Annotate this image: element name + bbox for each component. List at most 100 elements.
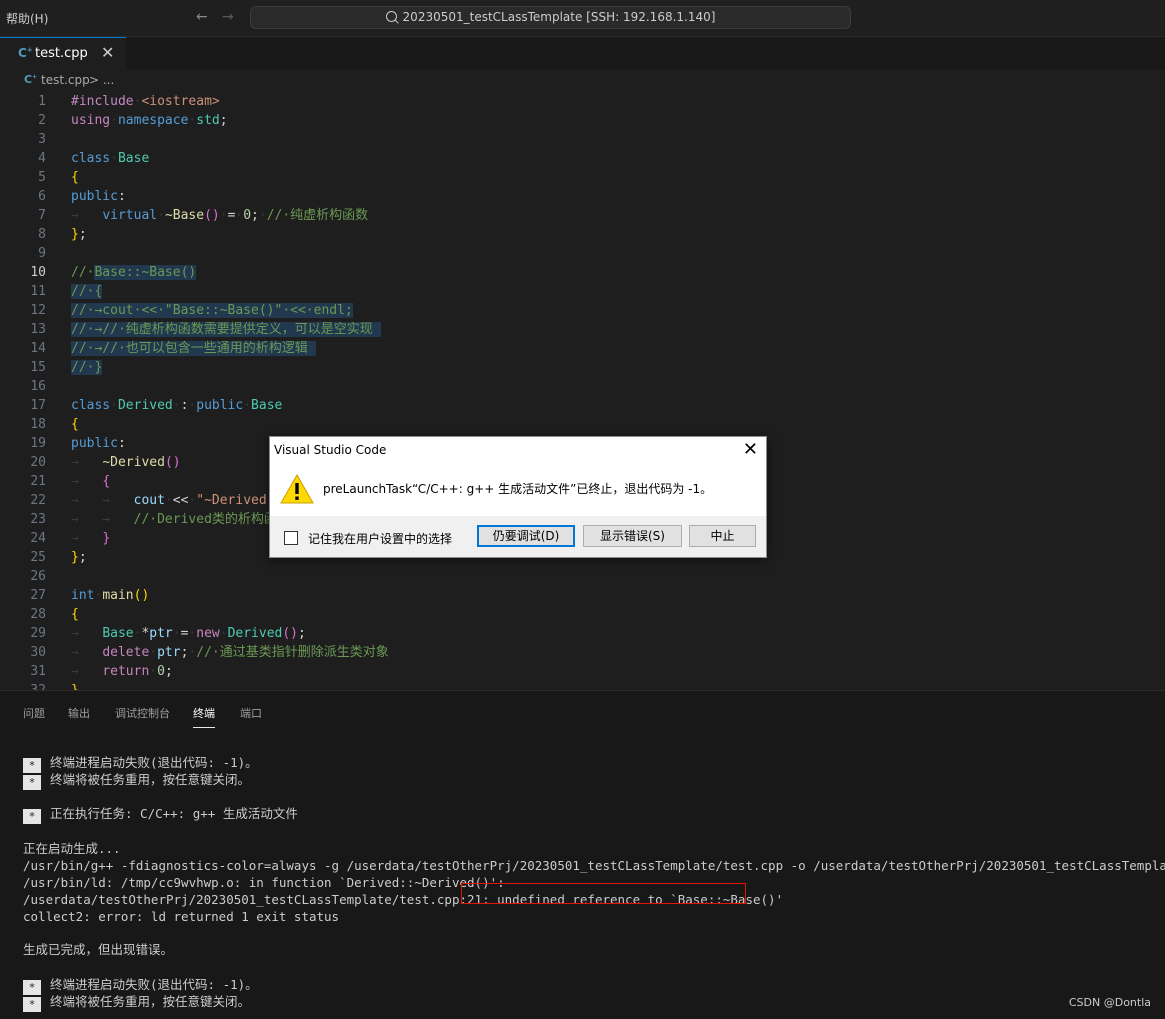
line-number: 14 xyxy=(30,341,46,356)
show-errors-button[interactable]: 显示错误(S) xyxy=(583,525,682,547)
terminal-line: /usr/bin/ld: /tmp/cc9wvhwp.o: in functio… xyxy=(23,875,505,890)
close-icon[interactable]: ✕ xyxy=(743,439,758,460)
back-arrow-icon[interactable]: ← xyxy=(196,9,208,25)
menu-help[interactable]: 帮助(H) xyxy=(6,10,48,27)
watermark: CSDN @Dontla xyxy=(1068,996,1151,1009)
code-line: //·→//·纯虚析构函数需要提供定义，可以是空实现 xyxy=(71,322,381,337)
debug-anyway-button[interactable]: 仍要调试(D) xyxy=(477,525,575,547)
remember-checkbox-label[interactable]: 记住我在用户设置中的选择 xyxy=(308,530,452,547)
code-line: int·main() xyxy=(71,588,150,603)
search-icon xyxy=(385,11,397,22)
breadcrumb: C+ test.cpp > ... xyxy=(0,70,1165,92)
cpp-file-icon: C+ xyxy=(18,46,33,60)
code-line: #include·<iostream> xyxy=(71,94,220,109)
line-number: 6 xyxy=(38,189,46,204)
code-line: → ~Derived() xyxy=(71,455,181,470)
tab-test-cpp[interactable]: C+ test.cpp ✕ xyxy=(0,37,126,70)
code-line: { xyxy=(71,607,79,622)
code-line: //·} xyxy=(71,360,103,375)
terminal-line: 生成已完成，但出现错误。 xyxy=(23,942,174,957)
code-line: → Base·*ptr·=·new·Derived(); xyxy=(71,626,306,641)
line-number: 18 xyxy=(30,417,46,432)
line-number: 24 xyxy=(30,531,46,546)
line-number: 22 xyxy=(30,493,46,508)
code-line: }; xyxy=(71,227,87,242)
task-marker: * xyxy=(23,809,41,824)
line-number: 15 xyxy=(30,360,46,375)
line-number: 9 xyxy=(38,246,46,261)
code-line: → { xyxy=(71,474,111,489)
line-number: 8 xyxy=(38,227,46,242)
line-number: 19 xyxy=(30,436,46,451)
remember-checkbox[interactable] xyxy=(284,531,298,545)
code-line: class·Derived·:·public·Base xyxy=(71,398,283,413)
code-line: using·namespace·std; xyxy=(71,113,228,128)
code-line: //·→//·也可以包含一些通用的析构逻辑 xyxy=(71,341,316,356)
line-number: 3 xyxy=(38,132,46,147)
abort-button[interactable]: 中止 xyxy=(689,525,756,547)
code-line: → virtual·~Base()·=·0;·//·纯虚析构函数 xyxy=(71,208,369,223)
line-number: 1 xyxy=(38,94,46,109)
code-line: public: xyxy=(71,189,126,204)
line-number: 13 xyxy=(30,322,46,337)
line-number: 30 xyxy=(30,645,46,660)
line-number: 20 xyxy=(30,455,46,470)
terminal-line: collect2: error: ld returned 1 exit stat… xyxy=(23,909,340,924)
command-center-label: 20230501_testCLassTemplate [SSH: 192.168… xyxy=(402,10,716,24)
terminal-line: * 终端将被任务重用，按任意键关闭。 xyxy=(23,993,250,1012)
line-number: 29 xyxy=(30,626,46,641)
code-line: { xyxy=(71,417,79,432)
code-line: //·{ xyxy=(71,284,103,299)
editor-tab-bar: C+ test.cpp ✕ xyxy=(0,37,1165,70)
task-marker: * xyxy=(23,997,41,1012)
line-number: 27 xyxy=(30,588,46,603)
close-icon[interactable]: ✕ xyxy=(101,43,114,62)
line-number: 28 xyxy=(30,607,46,622)
code-line: { xyxy=(71,170,79,185)
tab-debug-console[interactable]: 调试控制台 xyxy=(115,705,170,721)
terminal-line: 正在启动生成... xyxy=(23,841,121,856)
line-number: 12 xyxy=(30,303,46,318)
line-number: 17 xyxy=(30,398,46,413)
forward-arrow-icon[interactable]: → xyxy=(222,9,234,25)
breadcrumb-rest[interactable]: > ... xyxy=(89,73,114,87)
title-bar: 帮助(H) ← → 20230501_testCLassTemplate [SS… xyxy=(0,0,1165,37)
tab-output[interactable]: 输出 xyxy=(68,705,90,721)
line-number: 4 xyxy=(38,151,46,166)
line-number: 16 xyxy=(30,379,46,394)
cpp-file-icon: C+ xyxy=(24,73,38,86)
tab-ports[interactable]: 端口 xyxy=(240,705,262,721)
command-center-search[interactable]: 20230501_testCLassTemplate [SSH: 192.168… xyxy=(250,6,851,29)
code-line: public: xyxy=(71,436,126,451)
tab-problems[interactable]: 问题 xyxy=(23,705,45,721)
terminal-line: * 正在执行任务: C/C++: g++ 生成活动文件 xyxy=(23,805,298,824)
code-line: → → cout·<<·"~Derived()" xyxy=(71,493,291,508)
code-line: //·→cout·<<·"Base::~Base()"·<<·endl; xyxy=(71,303,353,318)
line-number: 2 xyxy=(38,113,46,128)
code-line: → return·0; xyxy=(71,664,173,679)
terminal-line: * 终端将被任务重用，按任意键关闭。 xyxy=(23,771,250,790)
dialog-title: Visual Studio Code xyxy=(274,443,387,457)
line-number: 11 xyxy=(30,284,46,299)
line-number: 25 xyxy=(30,550,46,565)
tab-label: test.cpp xyxy=(35,46,88,61)
code-editor[interactable]: 1 #include·<iostream> 2 using·namespace·st… xyxy=(0,92,1165,690)
bottom-panel: 问题 输出 调试控制台 终端 端口 * 终端进程启动失败(退出代码: -1)。 *… xyxy=(0,690,1165,1019)
prelaunch-task-dialog: Visual Studio Code ✕ preLaunchTask“C/C++… xyxy=(269,436,767,558)
line-number: 7 xyxy=(38,208,46,223)
task-marker: * xyxy=(23,775,41,790)
line-number: 21 xyxy=(30,474,46,489)
code-line: → delete·ptr;·//·通过基类指针删除派生类对象 xyxy=(71,645,389,660)
code-line: } xyxy=(71,681,79,690)
code-line: → → //·Derived类的析构函数 xyxy=(71,512,290,527)
dialog-message: preLaunchTask“C/C++: g++ 生成活动文件”已终止，退出代码… xyxy=(323,482,713,496)
dialog-footer: 记住我在用户设置中的选择 仍要调试(D) 显示错误(S) 中止 xyxy=(270,516,766,557)
terminal-line: /usr/bin/g++ -fdiagnostics-color=always … xyxy=(23,858,1165,873)
tab-terminal[interactable]: 终端 xyxy=(193,705,215,728)
breadcrumb-file[interactable]: test.cpp xyxy=(41,73,90,87)
code-line: //·Base::~Base() xyxy=(71,265,197,280)
error-highlight-box xyxy=(461,883,746,904)
line-number: 23 xyxy=(30,512,46,527)
line-number: 31 xyxy=(30,664,46,679)
line-number: 5 xyxy=(38,170,46,185)
